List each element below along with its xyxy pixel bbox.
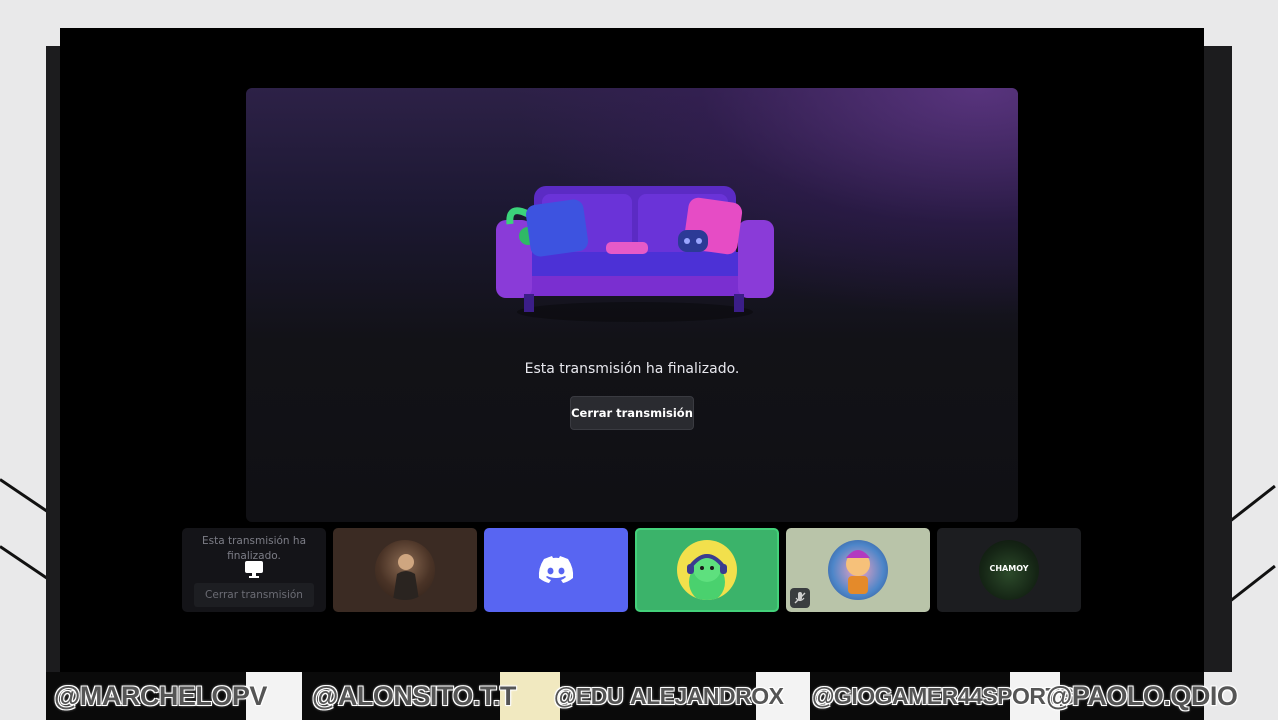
stream-ended-message: Esta transmisión ha finalizado. bbox=[524, 361, 740, 377]
avatar bbox=[677, 540, 737, 600]
person-photo-icon bbox=[393, 554, 419, 600]
tile-close-stream-button[interactable]: Cerrar transmisión bbox=[194, 583, 314, 607]
participant-tile[interactable] bbox=[333, 528, 477, 612]
participant-tile[interactable]: CHAMOY bbox=[937, 528, 1081, 612]
avatar: CHAMOY bbox=[979, 540, 1039, 600]
discord-call-window: Esta transmisión ha finalizado. Cerrar t… bbox=[60, 28, 1204, 672]
cartoon-character-icon bbox=[846, 550, 870, 594]
discord-logo-icon bbox=[538, 556, 574, 583]
participant-tile[interactable] bbox=[484, 528, 628, 612]
handle-label: @PAOLO.QDIO bbox=[1046, 681, 1238, 711]
muted-indicator bbox=[790, 588, 810, 608]
sofa-illustration bbox=[496, 186, 774, 322]
handles-banner: @MARCHELOPV @ALONSITO.T.T @EDU ALEJANDRO… bbox=[46, 672, 1238, 720]
handle-label: ALEJANDROX bbox=[630, 683, 784, 709]
mute-icon bbox=[794, 592, 806, 604]
character-avatar-icon bbox=[687, 554, 727, 600]
handle-label: @EDU bbox=[554, 683, 624, 709]
avatar bbox=[828, 540, 888, 600]
handle-label: @MARCHELOPV bbox=[54, 681, 267, 711]
screen-share-icon bbox=[245, 561, 263, 578]
avatar bbox=[375, 540, 435, 600]
participant-tile[interactable] bbox=[786, 528, 930, 612]
close-stream-button[interactable]: Cerrar transmisión bbox=[570, 396, 694, 430]
handle-label: @GIOGAMER44SPORTS bbox=[812, 683, 1074, 709]
stream-stage: Esta transmisión ha finalizado. Cerrar t… bbox=[246, 88, 1018, 522]
avatar-text: CHAMOY bbox=[989, 564, 1029, 573]
participant-tile-speaking[interactable] bbox=[635, 528, 779, 612]
handle-label: @ALONSITO.T.T bbox=[312, 681, 516, 711]
stream-ended-tile[interactable]: Esta transmisión ha finalizado. Cerrar t… bbox=[182, 528, 326, 612]
